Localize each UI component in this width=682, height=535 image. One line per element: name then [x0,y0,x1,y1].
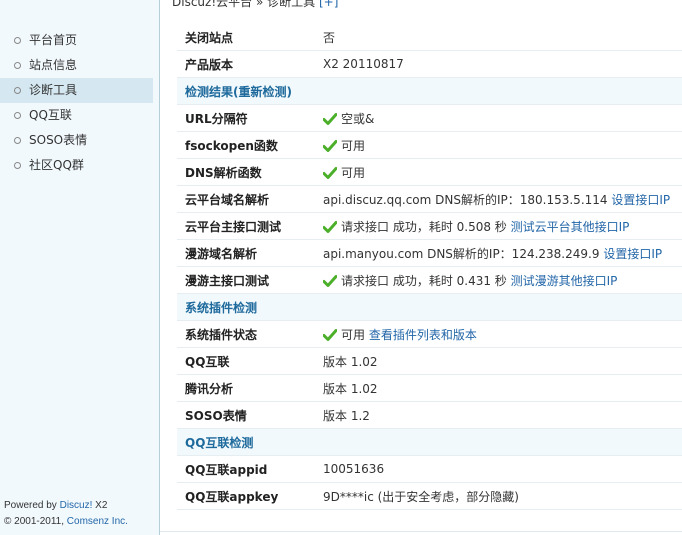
bullet-icon [14,137,21,144]
row-label: URL分隔符 [177,104,315,132]
table-row: 产品版本 X2 20110817 [177,50,682,78]
comsenz-link[interactable]: Comsenz Inc. [67,516,128,527]
section-header-plugins: 系统插件检测 [177,293,682,321]
row-label: QQ互联appid [177,455,315,483]
test-cloud-api-link[interactable]: 测试云平台其他接口IP [511,220,630,234]
sidebar-item-label: 站点信息 [29,58,78,72]
sidebar-item-diagnostics[interactable]: 诊断工具 [0,78,153,103]
table-row: 关闭站点否 [177,24,682,51]
checkmark-icon [323,328,337,341]
table-row: 云平台主接口测试 请求接口 成功，耗时 0.508 秒 测试云平台其他接口IP [177,212,682,240]
row-label: DNS解析函数 [177,158,315,186]
row-value: 版本 1.02 [315,374,682,402]
product-version-text: X2 [92,500,108,511]
section-title: QQ互联检测 [177,428,682,456]
bullet-icon [14,62,21,69]
powered-by-line: Powered by Discuz! X2 [4,498,128,514]
set-api-ip-link[interactable]: 设置接口IP [611,193,670,207]
row-label: 漫游主接口测试 [177,266,315,294]
sidebar-item-label: SOSO表情 [29,133,88,147]
sidebar-item-qq-group[interactable]: 社区QQ群 [0,153,153,178]
row-label: 关闭站点 [177,24,315,51]
topbar: Discuz!云平台 » 诊断工具 [+] [160,0,682,12]
row-value: 可用 [341,165,366,180]
table-row: 漫游主接口测试 请求接口 成功，耗时 0.431 秒 测试漫游其他接口IP [177,266,682,294]
sidebar-item-label: QQ互联 [29,108,72,122]
row-label: 产品版本 [177,50,315,78]
sidebar-menu: 平台首页 站点信息 诊断工具 QQ互联 SOSO表情 社区QQ群 [0,28,153,178]
sidebar-item-label: 社区QQ群 [29,158,84,172]
row-value: X2 20110817 [315,50,682,78]
diagnostics-table: 关闭站点否 产品版本 X2 20110817 检测结果(重新检测) URL分隔符 空… [177,24,682,510]
recheck-link[interactable]: (重新检测) [233,85,292,99]
bullet-icon [14,162,21,169]
breadcrumb: Discuz!云平台 » 诊断工具 [+] [172,0,338,10]
table-row: DNS解析函数 可用 [177,158,682,186]
row-value: 10051636 [315,455,682,483]
row-label: QQ互联appkey [177,482,315,510]
row-value: 否 [315,24,682,51]
row-value: 版本 1.02 [315,347,682,375]
bottom-border [160,531,682,532]
bullet-icon [14,37,21,44]
section-header-check: 检测结果(重新检测) [177,77,682,105]
row-value: 请求接口 成功，耗时 0.431 秒 [341,273,507,288]
breadcrumb-text: Discuz!云平台 » 诊断工具 [172,0,316,9]
add-shortcut-button[interactable]: [+] [319,0,338,9]
section-title: 检测结果 [185,84,234,99]
table-row: QQ互联appid 10051636 [177,455,682,483]
sidebar-item-home[interactable]: 平台首页 [0,28,153,53]
row-label: 腾讯分析 [177,374,315,402]
table-row: 腾讯分析 版本 1.02 [177,374,682,402]
section-header-qqconnect: QQ互联检测 [177,428,682,456]
sidebar-item-qq-connect[interactable]: QQ互联 [0,103,153,128]
table-row: 系统插件状态 可用 查看插件列表和版本 [177,320,682,348]
row-label: 漫游域名解析 [177,239,315,267]
sidebar-item-label: 平台首页 [29,33,78,47]
checkmark-icon [323,139,337,152]
row-value: 可用 [341,138,366,153]
row-label: QQ互联 [177,347,315,375]
row-label: fsockopen函数 [177,131,315,159]
row-label: SOSO表情 [177,401,315,429]
row-label: 系统插件状态 [177,320,315,348]
test-manyou-api-link[interactable]: 测试漫游其他接口IP [511,274,618,288]
row-value: api.manyou.com DNS解析的IP：124.238.249.9 [323,246,600,261]
table-row: fsockopen函数 可用 [177,131,682,159]
section-title: 系统插件检测 [177,293,682,321]
table-row: 漫游域名解析 api.manyou.com DNS解析的IP：124.238.24… [177,239,682,267]
powered-by-text: Powered by [4,500,60,511]
sidebar: 平台首页 站点信息 诊断工具 QQ互联 SOSO表情 社区QQ群 Powered… [0,0,160,535]
row-value: 版本 1.2 [315,401,682,429]
checkmark-icon [323,166,337,179]
bullet-icon [14,112,21,119]
checkmark-icon [323,274,337,287]
sidebar-item-soso-emoticons[interactable]: SOSO表情 [0,128,153,153]
sidebar-item-site-info[interactable]: 站点信息 [0,53,153,78]
table-row: SOSO表情 版本 1.2 [177,401,682,429]
sidebar-item-label: 诊断工具 [29,83,78,97]
discuz-link[interactable]: Discuz! [60,500,93,511]
copyright-line: © 2001-2011, Comsenz Inc. [4,514,128,530]
row-label: 云平台主接口测试 [177,212,315,240]
checkmark-icon [323,220,337,233]
row-value: 可用 [341,327,366,342]
row-label: 云平台域名解析 [177,185,315,213]
set-manyou-ip-link[interactable]: 设置接口IP [603,247,662,261]
diagnostics-panel: 关闭站点否 产品版本 X2 20110817 检测结果(重新检测) URL分隔符 空… [177,24,682,510]
row-value: api.discuz.qq.com DNS解析的IP：180.153.5.114 [323,192,608,207]
table-row: URL分隔符 空或& [177,104,682,132]
copyright-text: © 2001-2011, [4,516,67,527]
checkmark-icon [323,112,337,125]
sidebar-footer: Powered by Discuz! X2 © 2001-2011, Comse… [4,498,128,530]
row-value: 9D****ic (出于安全考虑，部分隐藏) [315,482,682,510]
row-value: 空或& [341,111,375,126]
row-value: 请求接口 成功，耗时 0.508 秒 [341,219,507,234]
view-plugin-list-link[interactable]: 查看插件列表和版本 [369,328,477,342]
table-row: QQ互联 版本 1.02 [177,347,682,375]
table-row: QQ互联appkey 9D****ic (出于安全考虑，部分隐藏) [177,482,682,510]
bullet-icon [14,87,21,94]
table-row: 云平台域名解析 api.discuz.qq.com DNS解析的IP：180.15… [177,185,682,213]
